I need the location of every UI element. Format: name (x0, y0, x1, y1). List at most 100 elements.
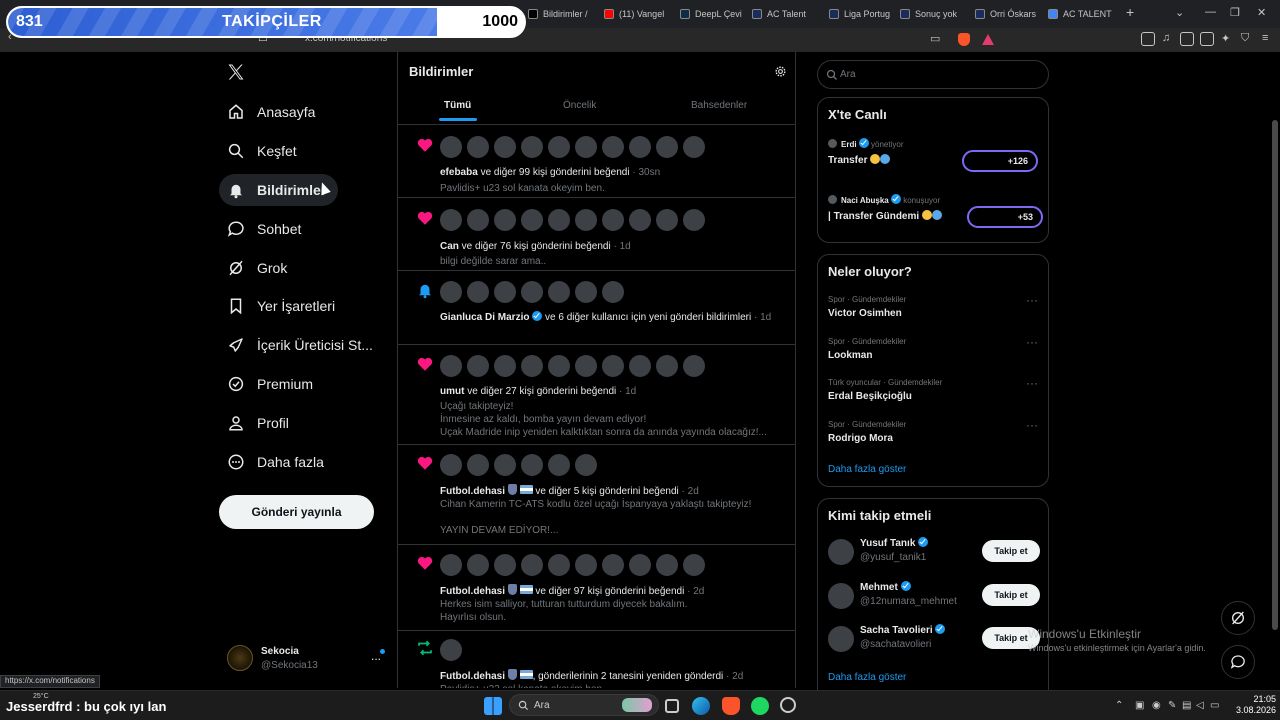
notification-item[interactable]: efebaba ve diğer 99 kişi gönderini beğen… (398, 125, 795, 198)
avatar[interactable] (467, 136, 489, 158)
tray-network-icon[interactable]: ▤ (1182, 700, 1191, 711)
tray-pen-icon[interactable]: ✎ (1168, 700, 1176, 711)
scrollbar-thumb[interactable] (1272, 120, 1278, 630)
browser-tab[interactable]: Orri Óskars (975, 4, 1045, 24)
avatar[interactable] (602, 554, 624, 576)
notification-item[interactable]: Can ve diğer 76 kişi gönderini beğendi ·… (398, 198, 795, 271)
live-space-item[interactable]: Erdi yönetiyor Transfer +126 (828, 136, 1040, 174)
more-icon[interactable]: ··· (1026, 418, 1038, 432)
vpn-icon[interactable]: ⛉ (1241, 32, 1249, 45)
trend-item[interactable]: Spor · Gündemdekiler Rodrigo Mora ··· (828, 418, 1040, 452)
avatar[interactable] (656, 554, 678, 576)
page-scrollbar[interactable] (1270, 52, 1280, 688)
avatar[interactable] (467, 454, 489, 476)
avatar[interactable] (602, 209, 624, 231)
avatar[interactable] (656, 136, 678, 158)
avatar[interactable] (440, 281, 462, 303)
extensions-icon[interactable] (1141, 32, 1155, 46)
tray-chevron-icon[interactable]: ⌃ (1115, 700, 1123, 711)
settings-gear-icon[interactable] (774, 65, 787, 78)
sidebar-item-profil[interactable]: Profil (219, 407, 301, 439)
avatar[interactable] (548, 136, 570, 158)
search-input[interactable]: Ara (817, 60, 1049, 89)
avatar[interactable] (440, 209, 462, 231)
avatar[interactable] (440, 639, 462, 661)
edge-icon[interactable] (692, 697, 710, 715)
tab-mentions[interactable]: Bahsedenler (691, 100, 747, 111)
browser-tab[interactable]: (11) Vangel (604, 4, 674, 24)
avatar[interactable] (575, 554, 597, 576)
task-view-icon[interactable] (665, 699, 679, 713)
avatar[interactable] (467, 281, 489, 303)
tab-list-icon[interactable]: ⌄ (1175, 6, 1184, 19)
show-more-link[interactable]: Daha fazla göster (828, 464, 906, 475)
notification-item[interactable]: umut ve diğer 27 kişi gönderini beğendi … (398, 345, 795, 445)
avatar[interactable] (548, 554, 570, 576)
avatar[interactable] (548, 281, 570, 303)
sidebar-item-sohbet[interactable]: Sohbet (219, 213, 313, 245)
close-icon[interactable]: ✕ (1257, 6, 1266, 19)
spotify-icon[interactable] (751, 697, 769, 715)
avatar[interactable] (575, 281, 597, 303)
avatar[interactable] (467, 355, 489, 377)
browser-tab[interactable]: AC TALENT (1048, 4, 1118, 24)
avatar[interactable] (602, 136, 624, 158)
notification-user[interactable]: Can (440, 241, 459, 252)
avatar[interactable] (575, 454, 597, 476)
sidebar-item-ke-fet[interactable]: Keşfet (219, 135, 309, 167)
avatar[interactable] (521, 136, 543, 158)
taskbar-search[interactable]: Ara (509, 694, 659, 716)
leo-icon[interactable]: ✦ (1221, 32, 1230, 45)
menu-icon[interactable]: ≡ (1262, 32, 1268, 44)
tab-all[interactable]: Tümü (444, 100, 471, 111)
x-logo-icon[interactable] (226, 62, 246, 82)
show-more-link[interactable]: Daha fazla göster (828, 672, 906, 683)
live-space-item[interactable]: Naci Abuşka konuşuyor | Transfer Gündemi… (828, 192, 1043, 230)
tray-app-icon[interactable]: ▣ (1135, 700, 1144, 711)
avatar[interactable] (440, 554, 462, 576)
trend-item[interactable]: Spor · Gündemdekiler Victor Osimhen ··· (828, 293, 1040, 327)
account-switcher[interactable]: Sekocia @Sekocia13 ... (227, 645, 387, 673)
avatar[interactable] (548, 355, 570, 377)
sidebar-item-anasayfa[interactable]: Anasayfa (219, 96, 327, 128)
notification-user[interactable]: Futbol.dehasi (440, 486, 505, 497)
notification-user[interactable]: Futbol.dehasi (440, 671, 505, 682)
space-listener-count[interactable]: +126 (962, 150, 1038, 172)
avatar[interactable] (521, 554, 543, 576)
avatar[interactable] (575, 209, 597, 231)
avatar[interactable] (602, 281, 624, 303)
more-icon[interactable]: ··· (1026, 376, 1038, 390)
avatar[interactable] (521, 281, 543, 303)
more-icon[interactable]: ··· (1026, 335, 1038, 349)
space-listener-count[interactable]: +53 (967, 206, 1043, 228)
avatar[interactable] (629, 209, 651, 231)
avatar[interactable] (467, 554, 489, 576)
tray-mic-icon[interactable]: ◉ (1152, 700, 1161, 711)
notification-user[interactable]: efebaba (440, 167, 478, 178)
avatar[interactable] (521, 355, 543, 377)
follow-button[interactable]: Takip et (982, 540, 1040, 562)
avatar[interactable] (575, 136, 597, 158)
sidebar-icon[interactable] (1180, 32, 1194, 46)
trend-item[interactable]: Spor · Gündemdekiler Lookman ··· (828, 335, 1040, 369)
new-tab-button[interactable]: + (1126, 4, 1134, 20)
brave-rewards-icon[interactable] (982, 34, 994, 45)
browser-tab[interactable]: AC Talent (752, 4, 822, 24)
avatar[interactable] (828, 582, 854, 609)
sidebar-item-yer-i-aretleri[interactable]: Yer İşaretleri (219, 290, 347, 322)
music-icon[interactable]: ♫ (1162, 32, 1170, 44)
avatar[interactable] (494, 355, 516, 377)
sidebar-item-premium[interactable]: Premium (219, 368, 325, 400)
avatar[interactable] (494, 281, 516, 303)
follow-suggestion[interactable]: Sacha Tavolieri @sachatavolieri Takip et (828, 624, 1040, 656)
avatar[interactable] (629, 554, 651, 576)
notification-user[interactable]: Futbol.dehasi (440, 586, 505, 597)
tray-volume-icon[interactable]: ◁ (1196, 700, 1204, 711)
browser-tab[interactable]: Bildirimler / (528, 4, 598, 24)
avatar[interactable] (440, 136, 462, 158)
tray-battery-icon[interactable]: ▭ (1210, 700, 1219, 711)
browser-tab[interactable]: DeepL Çevi (680, 4, 750, 24)
notification-user[interactable]: Gianluca Di Marzio (440, 312, 529, 323)
sidebar-item-daha-fazla[interactable]: Daha fazla (219, 446, 336, 478)
notification-item[interactable]: Futbol.dehasi ve diğer 97 kişi gönderini… (398, 545, 795, 631)
